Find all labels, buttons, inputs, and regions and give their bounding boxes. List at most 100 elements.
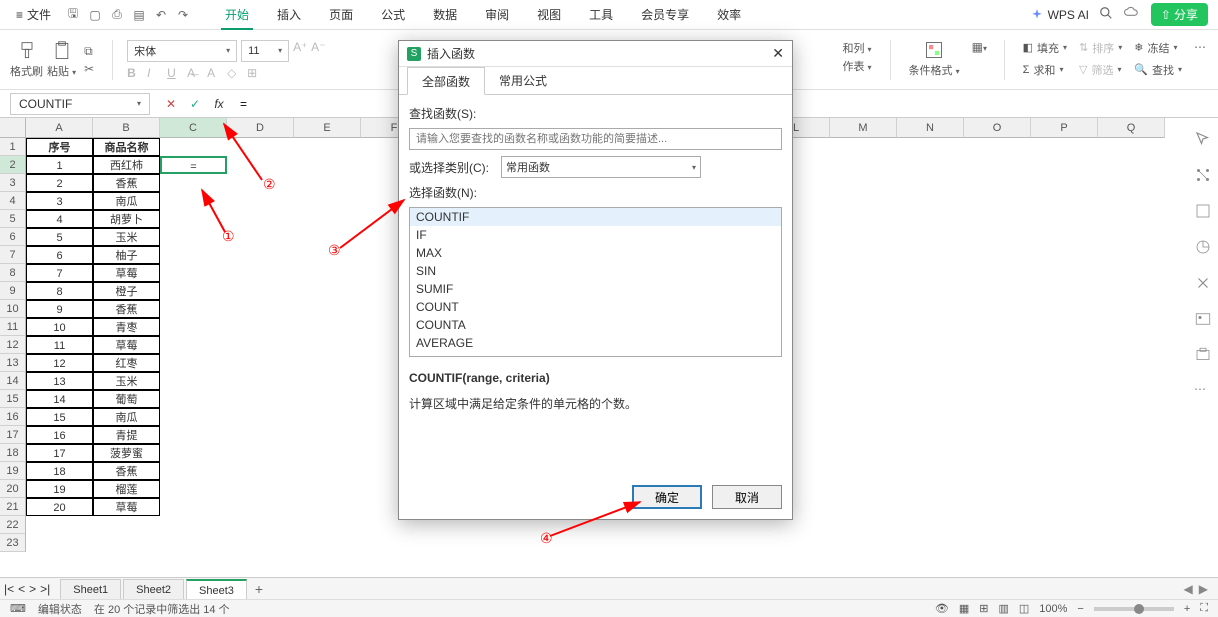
function-item-COUNTIF[interactable]: COUNTIF [410,208,781,226]
print-icon[interactable]: ⎙ [109,7,125,23]
cell-A7[interactable]: 6 [26,246,93,264]
function-list[interactable]: COUNTIFIFMAXSINSUMIFCOUNTCOUNTAAVERAGE [409,207,782,357]
sidebar-backup-icon[interactable] [1194,346,1212,364]
cell-A18[interactable]: 17 [26,444,93,462]
search-icon[interactable] [1099,6,1113,23]
row-header-1[interactable]: 1 [0,138,26,156]
row-header-10[interactable]: 10 [0,300,26,318]
share-button[interactable]: ⇧分享 [1151,3,1208,26]
sidebar-chart-icon[interactable] [1194,238,1212,256]
col-header-A[interactable]: A [26,118,93,138]
sidebar-image-icon[interactable] [1194,310,1212,328]
font-size-select[interactable]: 11▾ [241,40,289,62]
menu-tab-审阅[interactable]: 审阅 [481,0,513,30]
row-header-5[interactable]: 5 [0,210,26,228]
col-header-B[interactable]: B [93,118,160,138]
grid-toggle-icon[interactable]: ▦ [959,602,969,615]
select-all-corner[interactable] [0,118,26,138]
row-header-11[interactable]: 11 [0,318,26,336]
category-select[interactable]: 常用函数▾ [501,156,701,178]
col-header-D[interactable]: D [227,118,294,138]
sidebar-style-icon[interactable] [1194,202,1212,220]
function-item-MAX[interactable]: MAX [410,244,781,262]
row-header-3[interactable]: 3 [0,174,26,192]
menu-tab-视图[interactable]: 视图 [533,0,565,30]
function-search-input[interactable] [409,128,782,150]
sheet-nav-next[interactable]: > [29,582,36,596]
redo-icon[interactable]: ↷ [175,7,191,23]
find-button[interactable]: 🔍查找▾ [1134,62,1182,78]
row-header-14[interactable]: 14 [0,372,26,390]
fx-icon[interactable]: fx [212,97,226,111]
col-header-C[interactable]: C [160,118,227,138]
cell-A4[interactable]: 3 [26,192,93,210]
row-col-button[interactable]: 和列 ▾ 作表 ▾ [842,40,871,74]
cell-B15[interactable]: 葡萄 [93,390,160,408]
cell-B4[interactable]: 南瓜 [93,192,160,210]
cell-B9[interactable]: 橙子 [93,282,160,300]
cell-A3[interactable]: 2 [26,174,93,192]
row-header-8[interactable]: 8 [0,264,26,282]
function-item-AVERAGE[interactable]: AVERAGE [410,334,781,352]
menu-tab-页面[interactable]: 页面 [325,0,357,30]
col-header-P[interactable]: P [1031,118,1098,138]
row-header-2[interactable]: 2 [0,156,26,174]
function-item-SIN[interactable]: SIN [410,262,781,280]
cell-B17[interactable]: 青提 [93,426,160,444]
cell-A8[interactable]: 7 [26,264,93,282]
preview-icon[interactable]: ▤ [131,7,147,23]
filter-button[interactable]: ▽筛选▾ [1079,62,1122,78]
col-header-O[interactable]: O [964,118,1031,138]
cell-A16[interactable]: 15 [26,408,93,426]
new-icon[interactable]: ▢ [87,7,103,23]
cell-B2[interactable]: 西红柿 [93,156,160,174]
cell-A9[interactable]: 8 [26,282,93,300]
row-header-4[interactable]: 4 [0,192,26,210]
cell-B8[interactable]: 草莓 [93,264,160,282]
cell-A19[interactable]: 18 [26,462,93,480]
cancel-formula-icon[interactable]: ✕ [164,97,178,111]
increase-font-icon[interactable]: A⁺ [293,40,307,54]
col-header-E[interactable]: E [294,118,361,138]
row-header-15[interactable]: 15 [0,390,26,408]
sidebar-select-icon[interactable] [1194,130,1212,148]
row-header-12[interactable]: 12 [0,336,26,354]
sort-button[interactable]: ⇅排序▾ [1079,40,1122,56]
sheet-nav-prev[interactable]: < [18,582,25,596]
format-brush-button[interactable]: 格式刷 [10,41,43,79]
sum-button[interactable]: Σ求和▾ [1023,62,1067,78]
row-header-13[interactable]: 13 [0,354,26,372]
row-header-22[interactable]: 22 [0,516,26,534]
cell-B5[interactable]: 胡萝卜 [93,210,160,228]
row-header-7[interactable]: 7 [0,246,26,264]
menu-tab-开始[interactable]: 开始 [221,0,253,30]
sidebar-tools-icon[interactable] [1194,274,1212,292]
col-header-M[interactable]: M [830,118,897,138]
hscroll-right-icon[interactable]: ▶ [1199,582,1208,596]
border-icon[interactable]: ⊞ [247,66,261,80]
cell-A12[interactable]: 11 [26,336,93,354]
sidebar-settings-icon[interactable] [1194,166,1212,184]
underline-icon[interactable]: U [167,66,181,80]
cell-C2[interactable]: = [160,156,227,174]
eye-icon[interactable]: 👁 [935,602,949,615]
view-page-icon[interactable]: ▥ [998,602,1008,615]
function-item-IF[interactable]: IF [410,226,781,244]
file-menu[interactable]: ≡文件 [10,6,57,23]
bold-icon[interactable]: B [127,66,141,80]
cell-A1[interactable]: 序号 [26,138,93,156]
menu-tab-插入[interactable]: 插入 [273,0,305,30]
row-header-21[interactable]: 21 [0,498,26,516]
menu-tab-效率[interactable]: 效率 [713,0,745,30]
fill-color-icon[interactable]: ◇ [227,66,241,80]
save-icon[interactable]: 🖫 [65,7,81,23]
fullscreen-icon[interactable]: ⛶ [1200,602,1208,615]
cell-A10[interactable]: 9 [26,300,93,318]
cut-icon[interactable]: ✂ [84,62,98,76]
cell-A17[interactable]: 16 [26,426,93,444]
font-name-select[interactable]: 宋体▾ [127,40,237,62]
cell-B6[interactable]: 玉米 [93,228,160,246]
col-header-N[interactable]: N [897,118,964,138]
zoom-in-icon[interactable]: + [1184,603,1190,615]
fill-button[interactable]: ◧填充▾ [1023,40,1067,56]
